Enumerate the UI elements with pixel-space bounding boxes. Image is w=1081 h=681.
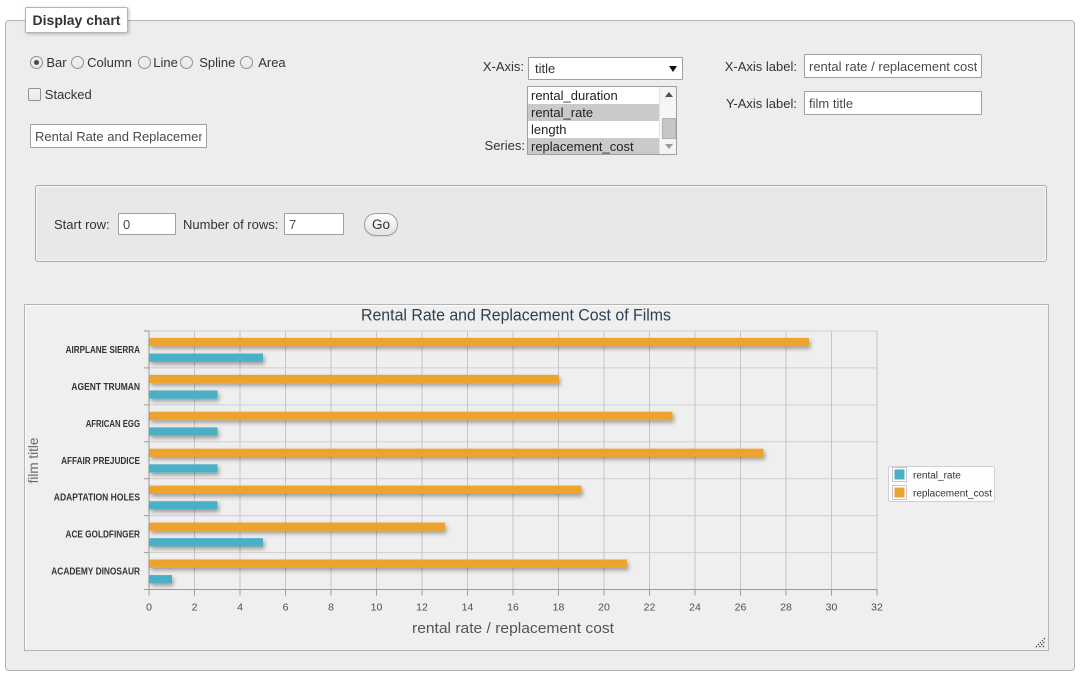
svg-text:24: 24 bbox=[689, 602, 701, 614]
svg-text:rental_rate: rental_rate bbox=[913, 471, 961, 482]
svg-text:0: 0 bbox=[146, 602, 152, 614]
svg-text:16: 16 bbox=[507, 602, 519, 614]
svg-text:14: 14 bbox=[462, 602, 474, 614]
svg-text:AIRPLANE SIERRA: AIRPLANE SIERRA bbox=[66, 345, 140, 356]
svg-text:Rental Rate and Replacement Co: Rental Rate and Replacement Cost of Film… bbox=[361, 307, 671, 325]
svg-text:film title: film title bbox=[26, 438, 41, 484]
svg-text:ACADEMY DINOSAUR: ACADEMY DINOSAUR bbox=[51, 567, 140, 578]
svg-text:12: 12 bbox=[416, 602, 428, 614]
svg-text:AFRICAN EGG: AFRICAN EGG bbox=[86, 419, 140, 430]
svg-text:18: 18 bbox=[553, 602, 565, 614]
svg-text:2: 2 bbox=[192, 602, 198, 614]
svg-text:4: 4 bbox=[237, 602, 243, 614]
svg-text:32: 32 bbox=[871, 602, 883, 614]
svg-text:replacement_cost: replacement_cost bbox=[913, 489, 992, 500]
svg-text:26: 26 bbox=[735, 602, 747, 614]
svg-text:28: 28 bbox=[780, 602, 792, 614]
svg-text:AFFAIR PREJUDICE: AFFAIR PREJUDICE bbox=[61, 456, 140, 467]
svg-text:ADAPTATION HOLES: ADAPTATION HOLES bbox=[54, 493, 140, 504]
svg-text:ACE GOLDFINGER: ACE GOLDFINGER bbox=[66, 530, 141, 541]
svg-text:8: 8 bbox=[328, 602, 334, 614]
svg-text:AGENT TRUMAN: AGENT TRUMAN bbox=[71, 382, 140, 393]
svg-text:10: 10 bbox=[371, 602, 383, 614]
svg-text:22: 22 bbox=[644, 602, 656, 614]
svg-text:20: 20 bbox=[598, 602, 610, 614]
svg-text:rental rate / replacement cost: rental rate / replacement cost bbox=[412, 620, 615, 637]
svg-text:6: 6 bbox=[283, 602, 289, 614]
svg-text:30: 30 bbox=[826, 602, 838, 614]
